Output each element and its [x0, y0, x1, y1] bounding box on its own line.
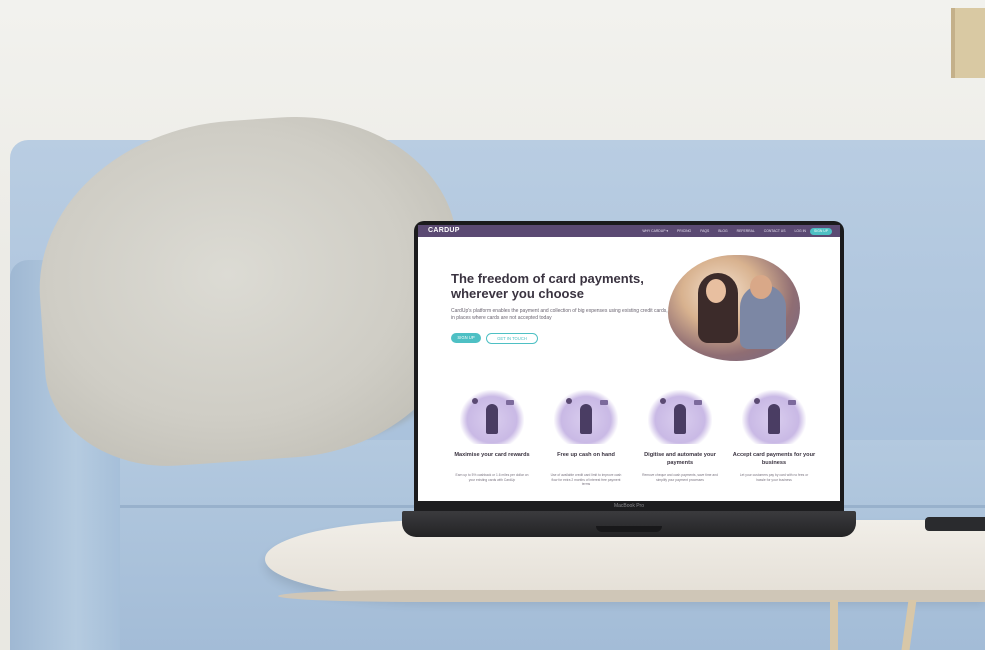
nav-contact-us[interactable]: CONTACT US — [764, 225, 786, 237]
nav-log-in[interactable]: LOG IN — [795, 225, 807, 237]
nav-faqs[interactable]: FAQS — [700, 225, 709, 237]
picture-frame — [951, 8, 985, 78]
card-icon — [788, 400, 796, 405]
face — [750, 275, 772, 299]
nav-referral[interactable]: REFERRAL — [737, 225, 755, 237]
site-navbar: CARDUP WHY CARDUP ▾ PRICING FAQS BLOG RE… — [418, 225, 840, 237]
face — [706, 279, 726, 303]
feature-description: Use of available credit card limit to im… — [550, 473, 622, 487]
coin-icon — [660, 398, 666, 404]
person-figure-icon — [674, 404, 686, 434]
person-figure-icon — [580, 404, 592, 434]
feature-description: Let your customers pay by card with no f… — [739, 473, 809, 482]
features-section: Maximise your card rewards Earn up to 5%… — [448, 390, 818, 501]
table-leg — [830, 600, 838, 650]
person-figure-icon — [486, 404, 498, 434]
coin-icon — [566, 398, 572, 404]
feature-card: Accept card payments for your business L… — [730, 390, 818, 501]
feature-title: Free up cash on hand — [557, 452, 615, 458]
coin-icon — [472, 398, 478, 404]
phone — [925, 517, 985, 531]
hero-description: CardUp's platform enables the payment an… — [451, 308, 668, 321]
feature-illustration — [554, 390, 618, 444]
card-icon — [506, 400, 514, 405]
feature-card: Maximise your card rewards Earn up to 5%… — [448, 390, 536, 501]
laptop-model-label: MacBook Pro — [613, 503, 644, 509]
feature-title: Digitise and automate your payments — [644, 452, 716, 466]
laptop-base-groove — [596, 526, 662, 532]
card-icon — [600, 400, 608, 405]
nav-menu: WHY CARDUP ▾ PRICING FAQS BLOG REFERRAL … — [642, 225, 806, 237]
nav-pricing[interactable]: PRICING — [677, 225, 691, 237]
feature-description: Earn up to 5% cashback or 1.6 miles per … — [455, 473, 529, 482]
laptop-base — [402, 511, 856, 537]
hero-signup-button[interactable]: SIGN UP — [451, 333, 481, 343]
laptop-icon — [694, 400, 702, 405]
coin-icon — [754, 398, 760, 404]
nav-why-cardup[interactable]: WHY CARDUP ▾ — [642, 225, 668, 237]
feature-card: Digitise and automate your payments Remo… — [636, 390, 724, 501]
nav-blog[interactable]: BLOG — [718, 225, 727, 237]
feature-title: Accept card payments for your business — [732, 452, 816, 466]
nav-signup-button[interactable]: SIGN UP — [810, 227, 832, 235]
side-table-edge — [278, 590, 985, 602]
hero-title: The freedom of card payments, wherever y… — [451, 271, 644, 301]
hero-couple-photo — [668, 255, 800, 361]
get-in-touch-button[interactable]: GET IN TOUCH — [486, 333, 538, 344]
feature-illustration — [460, 390, 524, 444]
feature-description: Remove cheque and cash payments, save ti… — [642, 473, 718, 482]
feature-card: Free up cash on hand Use of available cr… — [542, 390, 630, 501]
person-figure-icon — [768, 404, 780, 434]
cardup-logo[interactable]: CARDUP — [428, 226, 460, 236]
feature-illustration — [742, 390, 806, 444]
laptop-screen: CARDUP WHY CARDUP ▾ PRICING FAQS BLOG RE… — [418, 225, 840, 501]
feature-illustration — [648, 390, 712, 444]
photo-scene: CARDUP WHY CARDUP ▾ PRICING FAQS BLOG RE… — [0, 0, 985, 650]
feature-title: Maximise your card rewards — [454, 452, 530, 458]
